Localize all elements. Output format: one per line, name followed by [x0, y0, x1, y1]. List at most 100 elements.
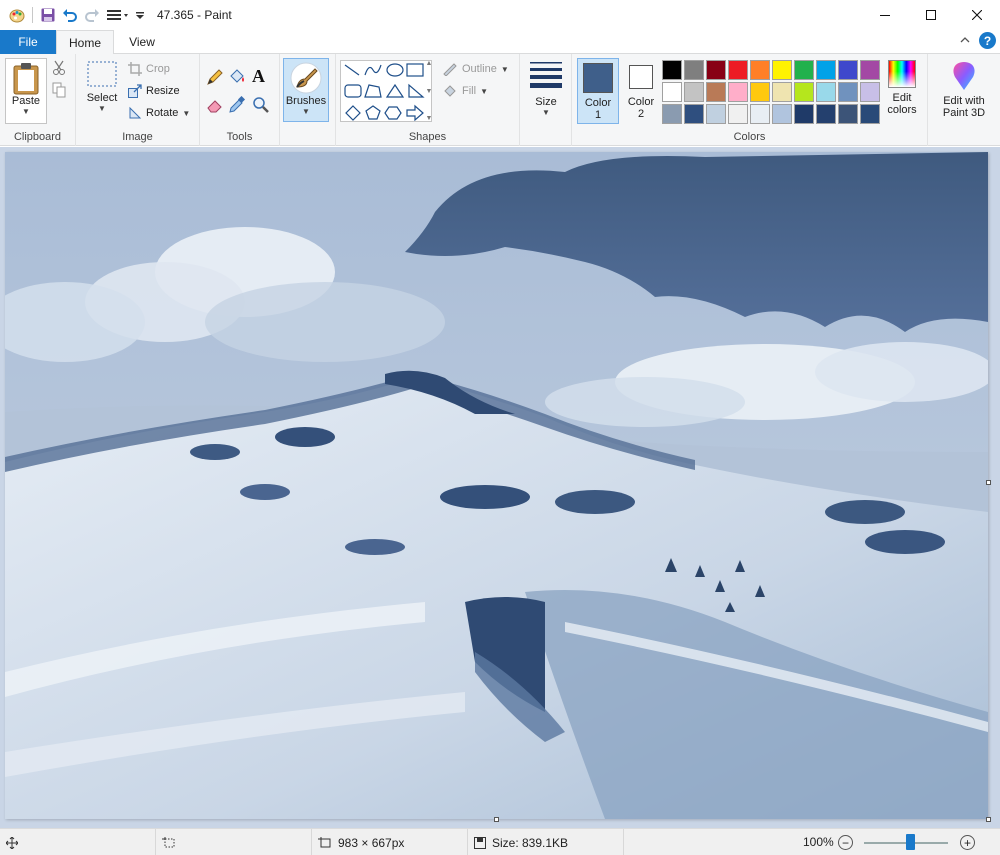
- pentagon-shape-icon[interactable]: [365, 105, 381, 120]
- copy-icon[interactable]: [52, 82, 66, 101]
- palette-swatch[interactable]: [728, 82, 748, 102]
- hexagon-shape-icon[interactable]: [384, 106, 402, 120]
- canvas-resize-handle-corner[interactable]: [986, 817, 991, 822]
- palette-swatch[interactable]: [772, 60, 792, 80]
- canvas-resize-handle-bottom[interactable]: [494, 817, 499, 822]
- rotate-dropdown-arrow[interactable]: ▼: [182, 109, 190, 118]
- paint3d-icon: [953, 62, 975, 90]
- fill-dropdown-arrow[interactable]: ▼: [480, 87, 488, 96]
- color1-button[interactable]: Color 1: [577, 58, 619, 124]
- zoom-in-button[interactable]: +: [960, 835, 975, 850]
- select-dropdown-arrow[interactable]: ▼: [98, 104, 106, 113]
- paint-app-icon[interactable]: [6, 4, 28, 26]
- shapes-scroll-up-icon[interactable]: ▲: [426, 60, 433, 67]
- palette-swatch[interactable]: [662, 82, 682, 102]
- palette-swatch[interactable]: [794, 104, 814, 124]
- palette-swatch[interactable]: [838, 60, 858, 80]
- line-shape-icon[interactable]: [344, 64, 360, 76]
- paste-button[interactable]: Paste ▼: [5, 58, 47, 124]
- text-icon[interactable]: A: [252, 66, 265, 87]
- palette-swatch[interactable]: [860, 82, 880, 102]
- palette-swatch[interactable]: [860, 60, 880, 80]
- zoom-slider-thumb[interactable]: [906, 834, 916, 850]
- shapes-scroll[interactable]: ▲ ▼ ▼: [424, 60, 434, 122]
- shapes-expand-icon[interactable]: ▼: [426, 115, 433, 122]
- palette-swatch[interactable]: [728, 104, 748, 124]
- palette-swatch[interactable]: [816, 60, 836, 80]
- palette-swatch[interactable]: [706, 82, 726, 102]
- color2-button[interactable]: Color 2: [621, 58, 661, 124]
- arrow-shape-icon[interactable]: [406, 104, 424, 122]
- undo-icon[interactable]: [59, 4, 81, 26]
- palette-swatch[interactable]: [794, 82, 814, 102]
- tab-file[interactable]: File: [0, 30, 56, 54]
- palette-swatch[interactable]: [750, 104, 770, 124]
- palette-swatch[interactable]: [662, 104, 682, 124]
- color-picker-icon[interactable]: [228, 95, 246, 117]
- customize-quick-access-icon[interactable]: [133, 4, 147, 26]
- close-icon[interactable]: [954, 0, 1000, 30]
- cut-icon[interactable]: [52, 60, 66, 79]
- redo-icon[interactable]: [81, 4, 103, 26]
- edit-with-paint3d-button[interactable]: Edit with Paint 3D: [932, 60, 996, 124]
- polygon-shape-icon[interactable]: [364, 84, 382, 98]
- minimize-icon[interactable]: [862, 0, 908, 30]
- curve-shape-icon[interactable]: [364, 64, 382, 76]
- zoom-out-button[interactable]: −: [838, 835, 853, 850]
- pencil-icon[interactable]: [206, 68, 224, 89]
- palette-swatch[interactable]: [794, 60, 814, 80]
- shapes-scroll-down-icon[interactable]: ▼: [426, 88, 433, 95]
- palette-swatch[interactable]: [662, 60, 682, 80]
- resize-button[interactable]: Resize: [128, 81, 180, 101]
- rounded-rectangle-shape-icon[interactable]: [344, 84, 362, 98]
- right-triangle-shape-icon[interactable]: [408, 83, 425, 98]
- collapse-ribbon-icon[interactable]: [959, 34, 971, 48]
- help-icon[interactable]: ?: [979, 32, 996, 49]
- palette-swatch[interactable]: [750, 60, 770, 80]
- palette-swatch[interactable]: [838, 104, 858, 124]
- outline-dropdown-arrow[interactable]: ▼: [501, 65, 509, 74]
- diamond-shape-icon[interactable]: [345, 105, 361, 121]
- palette-swatch[interactable]: [750, 82, 770, 102]
- shapes-gallery: [340, 60, 432, 122]
- crop-button[interactable]: Crop: [128, 59, 170, 79]
- rotate-button[interactable]: Rotate ▼: [128, 103, 190, 123]
- canvas-resize-handle-right[interactable]: [986, 480, 991, 485]
- drawing-canvas[interactable]: [5, 152, 988, 819]
- palette-swatch[interactable]: [860, 104, 880, 124]
- select-button[interactable]: Select ▼: [82, 60, 122, 124]
- oval-shape-icon[interactable]: [386, 63, 404, 77]
- maximize-icon[interactable]: [908, 0, 954, 30]
- size-button[interactable]: Size ▼: [526, 60, 566, 124]
- size-dropdown-arrow[interactable]: ▼: [542, 108, 550, 117]
- outline-button[interactable]: Outline ▼: [442, 59, 509, 79]
- rectangle-shape-icon[interactable]: [406, 63, 424, 77]
- tab-home[interactable]: Home: [56, 30, 114, 55]
- palette-swatch[interactable]: [772, 82, 792, 102]
- edit-colors-button[interactable]: Edit colors: [880, 60, 924, 124]
- palette-swatch[interactable]: [684, 60, 704, 80]
- save-icon[interactable]: [37, 4, 59, 26]
- palette-swatch[interactable]: [728, 60, 748, 80]
- fill-button[interactable]: Fill ▼: [442, 81, 488, 101]
- color-wheel-icon: [888, 60, 916, 88]
- palette-swatch[interactable]: [706, 60, 726, 80]
- brushes-button[interactable]: Brushes ▼: [283, 58, 329, 122]
- triangle-shape-icon[interactable]: [385, 83, 405, 98]
- select-label: Select: [86, 92, 118, 104]
- palette-swatch[interactable]: [684, 82, 704, 102]
- properties-icon[interactable]: [103, 4, 133, 26]
- brushes-dropdown-arrow[interactable]: ▼: [302, 107, 310, 116]
- palette-swatch[interactable]: [816, 104, 836, 124]
- palette-swatch[interactable]: [684, 104, 704, 124]
- eraser-icon[interactable]: [206, 96, 224, 117]
- palette-swatch[interactable]: [816, 82, 836, 102]
- palette-swatch[interactable]: [838, 82, 858, 102]
- paste-dropdown-arrow[interactable]: ▼: [22, 107, 30, 116]
- fill-bucket-icon[interactable]: [228, 68, 246, 89]
- palette-swatch[interactable]: [706, 104, 726, 124]
- palette-swatch[interactable]: [772, 104, 792, 124]
- canvas-workspace: [0, 147, 1000, 828]
- tab-view[interactable]: View: [114, 30, 170, 54]
- magnifier-icon[interactable]: [252, 96, 270, 117]
